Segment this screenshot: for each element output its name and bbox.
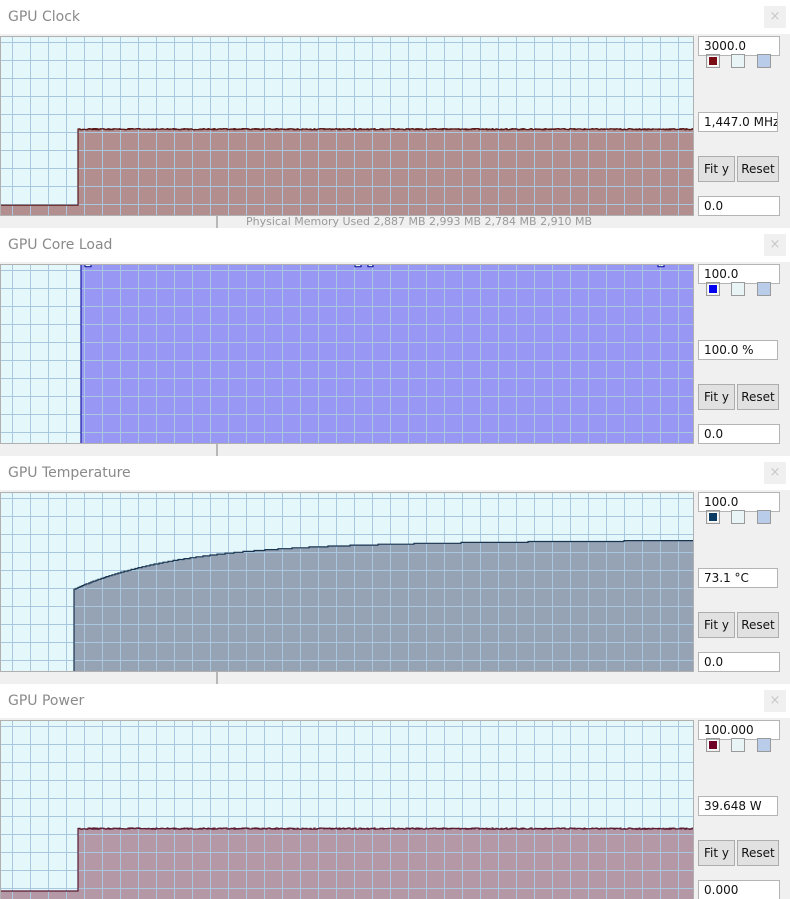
max-value-field[interactable]: 100.0 xyxy=(698,264,780,284)
panel-title: GPU Temperature xyxy=(8,465,131,481)
series-color-swatch[interactable] xyxy=(706,282,720,296)
grid-color-swatch[interactable] xyxy=(757,510,771,524)
background-color-swatch[interactable] xyxy=(731,510,745,524)
window-gap xyxy=(0,672,790,684)
current-value-field: 73.1 °C xyxy=(698,568,778,588)
panel-title: GPU Core Load xyxy=(8,237,113,253)
max-value-field[interactable]: 3000.0 xyxy=(698,36,780,56)
graph-area xyxy=(0,264,694,444)
panel-title-bar[interactable]: GPU Clock × xyxy=(0,0,790,34)
panel-title: GPU Clock xyxy=(8,9,81,25)
close-icon[interactable]: × xyxy=(764,234,786,256)
reset-button[interactable]: Reset xyxy=(737,156,779,182)
fit-y-button[interactable]: Fit y xyxy=(698,840,735,866)
series-color-swatch[interactable] xyxy=(706,510,720,524)
series-fill xyxy=(0,128,694,216)
close-icon[interactable]: × xyxy=(764,690,786,712)
panel-gpu-clock: GPU Clock × 3000.0 1,447.0 MHz Fit y Res… xyxy=(0,0,790,228)
fit-y-button[interactable]: Fit y xyxy=(698,612,735,638)
reset-button[interactable]: Reset xyxy=(737,840,779,866)
graph-area xyxy=(0,492,694,672)
background-color-swatch[interactable] xyxy=(731,738,745,752)
window-gap: Physical Memory Used 2,887 MB 2,993 MB 2… xyxy=(0,216,790,228)
panel-title: GPU Power xyxy=(8,693,85,709)
grid-color-swatch[interactable] xyxy=(757,738,771,752)
panel-gpu-core-load: GPU Core Load × 100.0 100.0 % Fit y Rese… xyxy=(0,228,790,456)
close-icon[interactable]: × xyxy=(764,6,786,28)
reset-button[interactable]: Reset xyxy=(737,612,779,638)
current-value-field: 39.648 W xyxy=(698,796,778,816)
fit-y-button[interactable]: Fit y xyxy=(698,384,735,410)
window-gap xyxy=(0,444,790,456)
panel-gpu-power: GPU Power × 100.000 39.648 W Fit y Reset… xyxy=(0,684,790,899)
min-value-field[interactable]: 0.000 xyxy=(698,880,780,899)
panel-title-bar[interactable]: GPU Temperature × xyxy=(0,456,790,490)
panel-title-bar[interactable]: GPU Power × xyxy=(0,684,790,718)
series-color-swatch[interactable] xyxy=(706,738,720,752)
fit-y-button[interactable]: Fit y xyxy=(698,156,735,182)
close-icon[interactable]: × xyxy=(764,462,786,484)
background-color-swatch[interactable] xyxy=(731,282,745,296)
max-value-field[interactable]: 100.0 xyxy=(698,492,780,512)
reset-button[interactable]: Reset xyxy=(737,384,779,410)
graph-area xyxy=(0,720,694,899)
min-value-field[interactable]: 0.0 xyxy=(698,196,780,216)
panel-gpu-temperature: GPU Temperature × 100.0 73.1 °C Fit y Re… xyxy=(0,456,790,684)
series-color-swatch[interactable] xyxy=(706,54,720,68)
max-value-field[interactable]: 100.000 xyxy=(698,720,780,740)
underlying-window-text: Physical Memory Used 2,887 MB 2,993 MB 2… xyxy=(246,215,593,228)
background-color-swatch[interactable] xyxy=(731,54,745,68)
grid-color-swatch[interactable] xyxy=(757,54,771,68)
min-value-field[interactable]: 0.0 xyxy=(698,652,780,672)
current-value-field: 100.0 % xyxy=(698,340,778,360)
panel-title-bar[interactable]: GPU Core Load × xyxy=(0,228,790,262)
current-value-field: 1,447.0 MHz xyxy=(698,112,778,132)
series-fill xyxy=(0,264,694,444)
grid-color-swatch[interactable] xyxy=(757,282,771,296)
min-value-field[interactable]: 0.0 xyxy=(698,424,780,444)
graph-area xyxy=(0,36,694,216)
